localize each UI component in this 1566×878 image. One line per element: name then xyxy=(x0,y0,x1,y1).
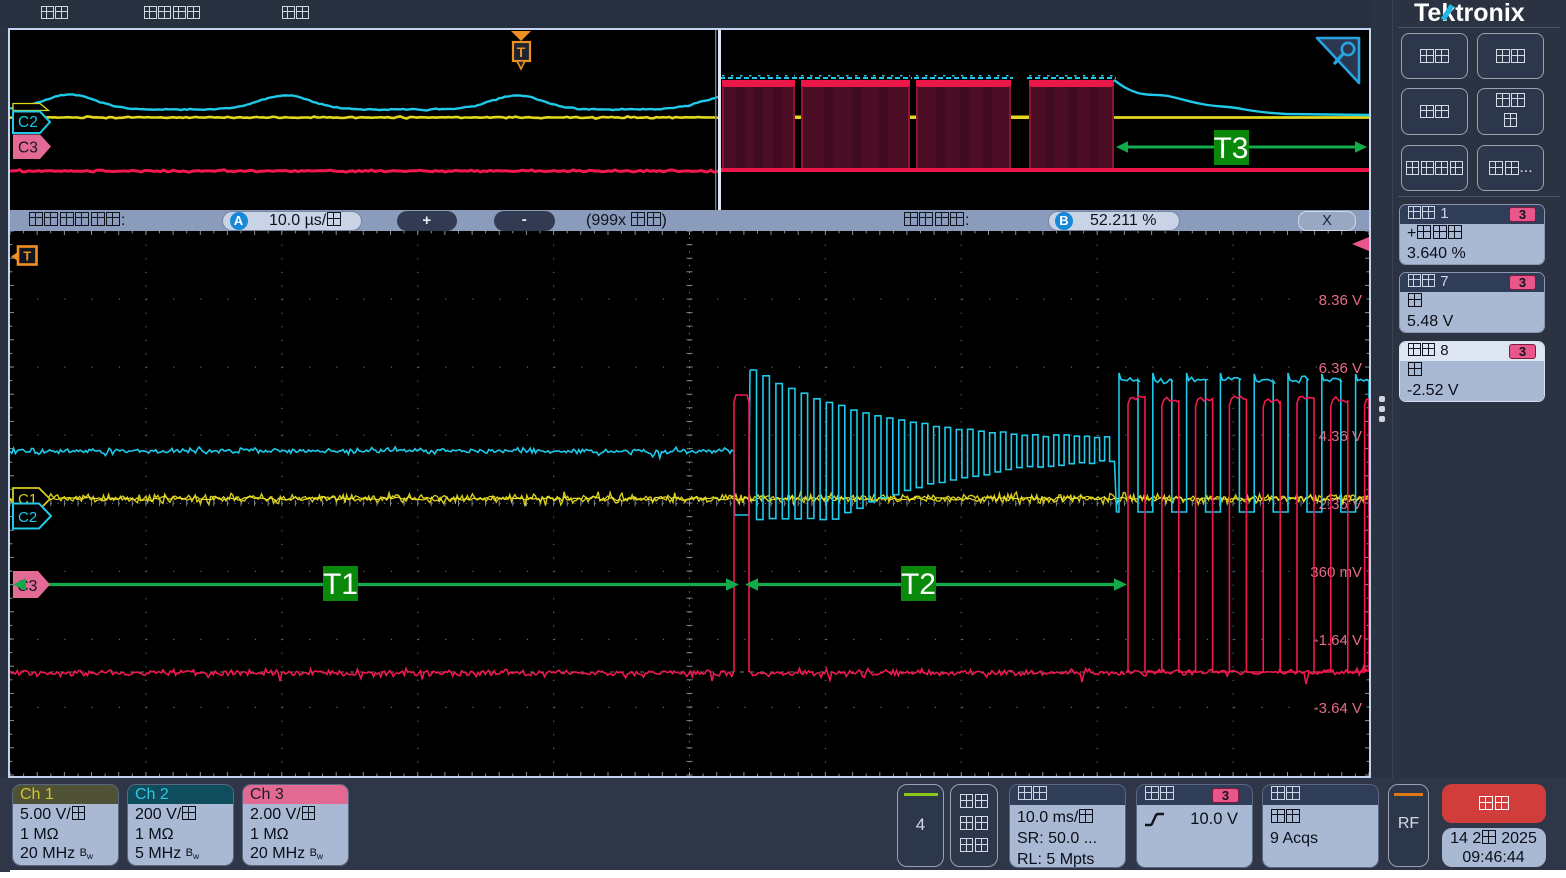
svg-text:T1: T1 xyxy=(323,568,358,601)
svg-text:-3.64 V: -3.64 V xyxy=(1314,700,1362,717)
svg-text:T: T xyxy=(23,249,31,264)
svg-text:8.36 V: 8.36 V xyxy=(1319,292,1362,309)
svg-text:T2: T2 xyxy=(901,568,936,601)
svg-text:360 mV: 360 mV xyxy=(1310,564,1362,581)
svg-text:-1.64 V: -1.64 V xyxy=(1314,632,1362,649)
svg-text:C2: C2 xyxy=(18,114,38,131)
svg-text:T3: T3 xyxy=(1213,132,1248,165)
svg-text:C3: C3 xyxy=(18,140,38,157)
svg-text:T: T xyxy=(517,44,526,60)
svg-text:C2: C2 xyxy=(18,509,37,526)
